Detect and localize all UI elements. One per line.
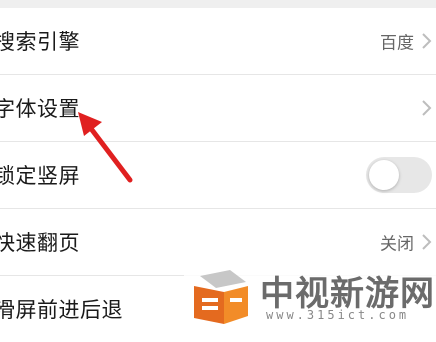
swipe-navigation-label: 滑屏前进后退 [0, 298, 123, 322]
toggle-knob [369, 160, 399, 190]
watermark-url: www.315ict.com [266, 308, 410, 322]
lock-portrait-row: 锁定竖屏 [0, 142, 436, 209]
watermark-logo-icon [194, 270, 248, 324]
lock-portrait-toggle[interactable] [366, 157, 432, 193]
font-settings-label: 字体设置 [0, 97, 80, 121]
chevron-right-icon [422, 234, 432, 250]
fast-page-turn-value: 关闭 [380, 234, 414, 255]
fast-page-turn-label: 快速翻页 [0, 231, 80, 255]
lock-portrait-label: 锁定竖屏 [0, 164, 80, 188]
watermark: 中视新游网 www.315ict.com [184, 262, 436, 331]
chevron-right-icon [422, 33, 432, 49]
search-engine-label: 搜索引擎 [0, 30, 80, 54]
font-settings-row[interactable]: 字体设置 [0, 75, 436, 142]
annotation-arrow-icon [78, 112, 133, 183]
search-engine-value: 百度 [380, 33, 414, 54]
search-engine-row[interactable]: 搜索引擎 百度 [0, 8, 436, 75]
top-spacer [0, 0, 436, 8]
chevron-right-icon [422, 100, 432, 116]
